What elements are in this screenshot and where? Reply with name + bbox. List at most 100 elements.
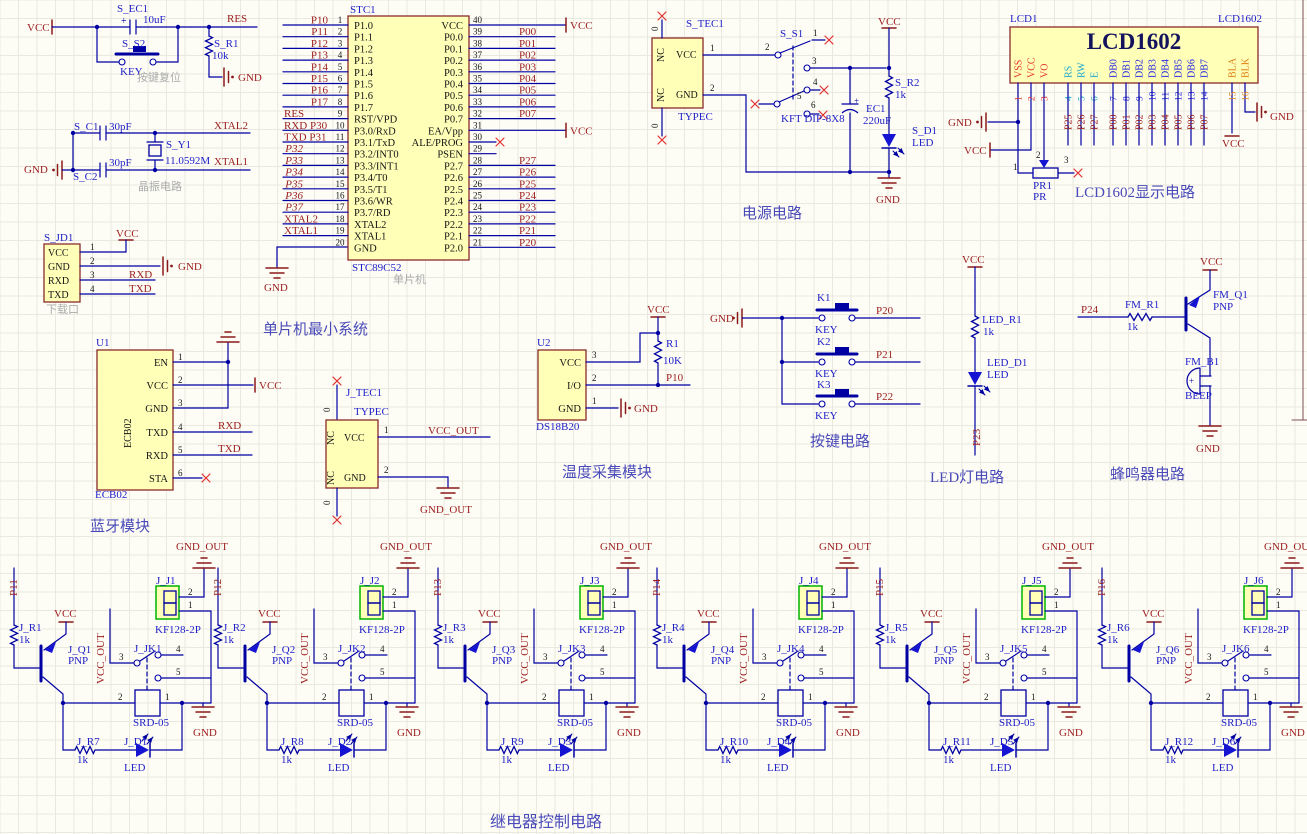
label-gnd[interactable]: GND <box>836 727 860 739</box>
switch-contact[interactable] <box>848 358 856 366</box>
label-gnd[interactable]: GND <box>1196 443 1220 455</box>
label-pnp[interactable]: PNP <box>272 655 292 667</box>
label-vcc[interactable]: VCC <box>27 22 50 34</box>
label-p0-5[interactable]: P0.5 <box>444 91 463 102</box>
label-1k[interactable]: 1k <box>223 634 235 646</box>
label-led_d1[interactable]: LED_D1 <box>987 357 1027 369</box>
label-2[interactable]: 2 <box>384 465 389 475</box>
label-gnd_out[interactable]: GND_OUT <box>600 541 652 553</box>
label-rxd[interactable]: RXD <box>129 269 152 281</box>
label-txd-p31[interactable]: TXD P31 <box>284 132 326 144</box>
label-36[interactable]: 36 <box>473 62 483 72</box>
label-led[interactable]: LED <box>767 762 788 774</box>
switch-contact[interactable] <box>1242 674 1250 682</box>
label-p01[interactable]: P01 <box>1122 114 1133 130</box>
label-p03[interactable]: P03 <box>519 61 537 73</box>
label-12[interactable]: 12 <box>336 144 345 154</box>
label-j_d4[interactable]: J_D4 <box>767 736 791 748</box>
label-11[interactable]: 11 <box>1162 92 1172 101</box>
label-p27[interactable]: P27 <box>1090 114 1101 130</box>
label-1[interactable]: 1 <box>808 692 813 702</box>
label-vcc[interactable]: VCC <box>964 145 987 157</box>
label-9[interactable]: 9 <box>1136 96 1146 101</box>
label-p21[interactable]: P21 <box>519 225 536 237</box>
label-vcc[interactable]: VCC <box>258 608 281 620</box>
label-2[interactable]: 2 <box>178 375 183 385</box>
label-5[interactable]: 5 <box>1042 667 1047 677</box>
label-p0-6[interactable]: P0.6 <box>444 103 463 114</box>
label-vcc[interactable]: VCC <box>920 608 943 620</box>
label-pnp[interactable]: PNP <box>1213 301 1233 313</box>
label-vcc[interactable]: VCC <box>676 50 697 61</box>
label-lcd1602-[interactable]: LCD1602显示电路 <box>1075 184 1195 201</box>
label-kf128-2p[interactable]: KF128-2P <box>1021 624 1067 636</box>
label-p26[interactable]: P26 <box>519 167 537 179</box>
label-nc[interactable]: NC <box>326 431 337 445</box>
label-8[interactable]: 8 <box>1123 96 1133 101</box>
label-gnd[interactable]: GND <box>238 72 262 84</box>
label-5[interactable]: 5 <box>1264 667 1269 677</box>
label-gnd_out[interactable]: GND_OUT <box>1264 541 1307 553</box>
label-xtal2[interactable]: XTAL2 <box>284 213 318 225</box>
switch-contact[interactable] <box>358 674 366 682</box>
label-j_d5[interactable]: J_D5 <box>990 736 1014 748</box>
label-p23[interactable]: P23 <box>971 428 983 446</box>
label-p0-4[interactable]: P0.4 <box>444 80 464 91</box>
label-20[interactable]: 20 <box>336 237 346 247</box>
label-xtal1[interactable]: XTAL1 <box>354 232 386 243</box>
label-vcc[interactable]: VCC <box>259 380 282 392</box>
label-p00[interactable]: P00 <box>1109 114 1120 130</box>
label-2[interactable]: 2 <box>1054 587 1059 597</box>
label-gnd[interactable]: GND <box>354 243 377 254</box>
label--[interactable]: 蓝牙模块 <box>90 518 150 535</box>
label-j_r9[interactable]: J_R9 <box>501 736 524 748</box>
label-p27[interactable]: P27 <box>519 155 537 167</box>
label-3[interactable]: 3 <box>1041 96 1051 101</box>
label-p22[interactable]: P22 <box>519 213 536 225</box>
label-kf128-2p[interactable]: KF128-2P <box>579 624 625 636</box>
label-gnd[interactable]: GND <box>344 473 366 484</box>
label-j_r6[interactable]: J_R6 <box>1107 622 1130 634</box>
label-p1-5[interactable]: P1.5 <box>354 80 373 91</box>
label-db7[interactable]: DB7 <box>1200 59 1211 78</box>
label-gnd[interactable]: GND <box>193 727 217 739</box>
label-p3-6-wr[interactable]: P3.6/WR <box>354 197 393 208</box>
label-28[interactable]: 28 <box>473 155 483 165</box>
label-p01[interactable]: P01 <box>519 38 536 50</box>
label-xtal1[interactable]: XTAL1 <box>284 225 318 237</box>
label-10k[interactable]: 10K <box>663 355 682 367</box>
label-10[interactable]: 10 <box>1149 91 1159 101</box>
label-typec[interactable]: TYPEC <box>678 111 713 123</box>
switch-contact[interactable] <box>818 358 826 366</box>
label-p1-4[interactable]: P1.4 <box>354 68 374 79</box>
label-led[interactable]: LED <box>990 762 1011 774</box>
label-j_d6[interactable]: J_D6 <box>1212 736 1236 748</box>
label-j_r2[interactable]: J_R2 <box>223 622 246 634</box>
label-srd-05[interactable]: SRD-05 <box>337 717 374 729</box>
label-xtal2[interactable]: XTAL2 <box>214 120 248 132</box>
label-2[interactable]: 2 <box>612 587 617 597</box>
label-psen[interactable]: PSEN <box>437 150 463 161</box>
label-gnd_out[interactable]: GND_OUT <box>176 541 228 553</box>
label-j_r4[interactable]: J_R4 <box>662 622 685 634</box>
label-j_d1[interactable]: J_D1 <box>124 736 147 748</box>
label-fm_b1[interactable]: FM_B1 <box>1185 356 1219 368</box>
label-gnd[interactable]: GND <box>948 117 972 129</box>
label-15[interactable]: 15 <box>336 179 346 189</box>
label-rs[interactable]: RS <box>1064 66 1075 78</box>
label--[interactable]: + <box>854 96 859 106</box>
label-gnd[interactable]: GND <box>634 403 658 415</box>
label-gnd[interactable]: GND <box>24 164 48 176</box>
label-1[interactable]: 1 <box>612 600 617 610</box>
label-led[interactable]: LED <box>548 762 569 774</box>
label-4[interactable]: 4 <box>819 644 824 654</box>
label-p0-3[interactable]: P0.3 <box>444 68 463 79</box>
label-1[interactable]: 1 <box>592 396 597 406</box>
label--[interactable]: 继电器控制电路 <box>490 813 602 831</box>
label-p3-2-int0[interactable]: P3.2/INT0 <box>354 150 399 161</box>
label--[interactable]: 下载口 <box>46 303 79 316</box>
label-1[interactable]: 1 <box>392 600 397 610</box>
label-2[interactable]: 2 <box>761 692 766 702</box>
label-s_tec1[interactable]: S_TEC1 <box>686 18 724 30</box>
label-p05[interactable]: P05 <box>1174 114 1185 130</box>
